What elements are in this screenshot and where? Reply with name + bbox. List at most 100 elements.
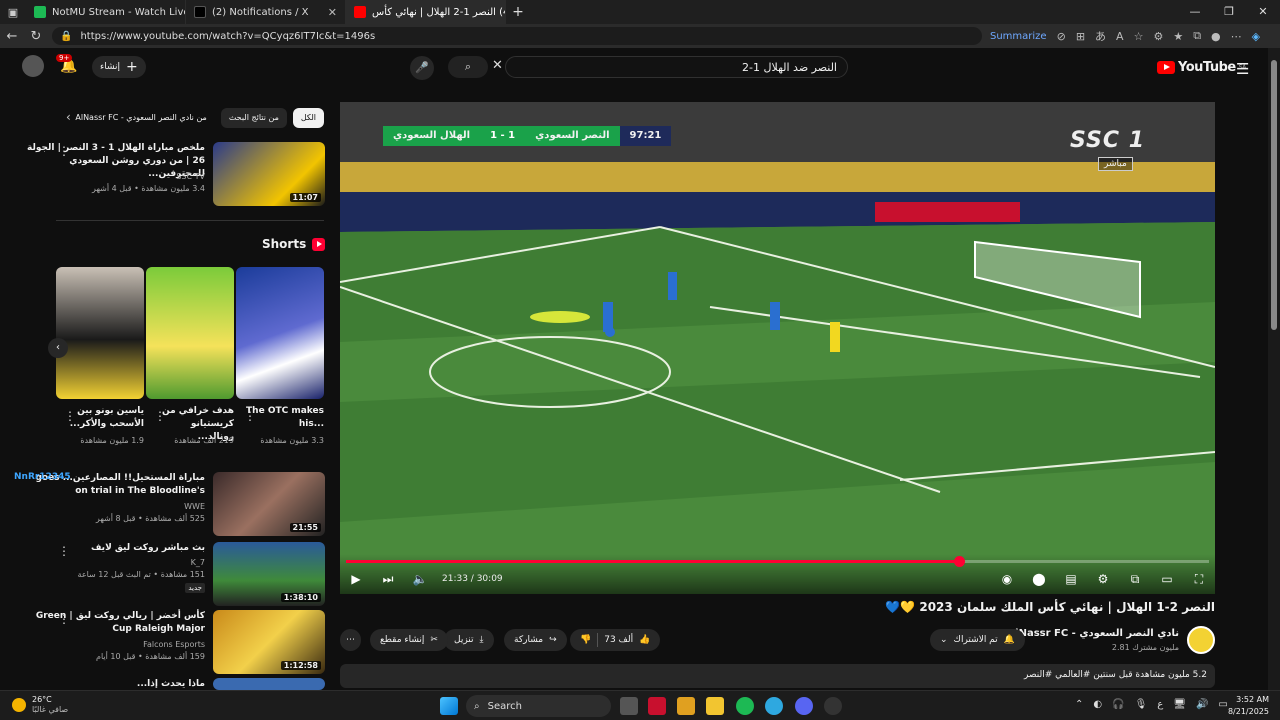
edge-icon[interactable]	[765, 697, 783, 715]
video-thumbnail[interactable]: 1:38:10	[213, 542, 325, 606]
list-item[interactable]: 11:07 ملخص مباراة الهلال 1 - 3 النصر | ا…	[0, 142, 325, 206]
app-icon[interactable]	[648, 697, 666, 715]
refresh-icon[interactable]: ↻	[24, 29, 48, 44]
channel-avatar[interactable]	[1187, 626, 1215, 654]
miniplayer-icon[interactable]: ⧉	[1119, 572, 1151, 587]
video-title[interactable]: بث مباشر روكت ليق لايف	[25, 542, 205, 555]
network-icon[interactable]: 🖥	[1173, 699, 1186, 710]
video-title[interactable]: ماذا يحدث إذا...	[25, 678, 205, 690]
short-item[interactable]	[56, 267, 144, 399]
maximize-icon[interactable]: ❐	[1212, 0, 1246, 24]
share-button[interactable]: مشاركة ↪	[504, 629, 567, 651]
list-item[interactable]: 1:12:58 كأس أخضر | ريالي روكت ليق | Gree…	[0, 610, 325, 674]
list-item[interactable]: ماذا يحدث إذا...	[0, 678, 325, 690]
channel-name[interactable]: Falcons Esports	[5, 640, 205, 649]
list-item[interactable]: 1:38:10 بث مباشر روكت ليق لايف K_7 151 م…	[0, 542, 325, 606]
youtube-logo[interactable]: YouTube SA	[1157, 60, 1246, 75]
play-icon[interactable]: ▶	[340, 572, 372, 586]
translate-icon[interactable]: あ	[1095, 28, 1106, 44]
volume-icon[interactable]: 🔈	[404, 572, 436, 586]
create-button[interactable]: إنشاء +	[92, 56, 146, 78]
settings-gear-icon[interactable]: ⚙	[1087, 572, 1119, 586]
read-aloud-icon[interactable]: A	[1116, 30, 1124, 43]
collections-icon[interactable]: ⧉	[1193, 29, 1201, 43]
shorts-prev-arrow[interactable]: ‹	[48, 338, 68, 358]
like-count[interactable]: 73 ألف	[604, 635, 633, 645]
hamburger-menu-icon[interactable]: ☰	[1236, 60, 1249, 78]
next-icon[interactable]: ⏭	[372, 572, 404, 587]
close-window-icon[interactable]: ✕	[1246, 0, 1280, 24]
chip-all[interactable]: الكل	[292, 108, 324, 128]
copilot-icon[interactable]: ◈	[1252, 30, 1260, 43]
video-thumbnail[interactable]: 11:07	[213, 142, 325, 206]
discord-icon[interactable]	[795, 697, 813, 715]
video-thumbnail[interactable]	[213, 678, 325, 690]
profile-icon[interactable]: ●	[1211, 30, 1221, 43]
file-explorer-icon[interactable]	[706, 697, 724, 715]
more-actions-icon[interactable]: ⋮	[58, 544, 70, 558]
minimize-icon[interactable]: —	[1178, 0, 1212, 24]
chevron-up-icon[interactable]: ⌃	[1075, 699, 1083, 710]
channel-name[interactable]: نادي النصر السعودي - AlNassr FC	[1007, 628, 1179, 639]
tab-x-notifications[interactable]: (2) Notifications / X ✕	[186, 0, 346, 24]
new-tab-icon[interactable]: +	[506, 4, 530, 20]
channel-name[interactable]: K_7	[5, 558, 205, 567]
favorite-icon[interactable]: ☆	[1134, 30, 1144, 43]
more-icon[interactable]: ⋯	[1231, 30, 1242, 43]
short-title[interactable]: The OTC makes his...	[244, 405, 324, 431]
reader-icon[interactable]: ⊘	[1057, 30, 1066, 43]
short-item[interactable]	[146, 267, 234, 399]
subtitles-icon[interactable]: ▤	[1055, 572, 1087, 586]
video-thumbnail[interactable]: 21:55	[213, 472, 325, 536]
url-field[interactable]: 🔒 https://www.youtube.com/watch?v=QCyqz6…	[52, 27, 982, 45]
more-actions-icon[interactable]: ⋮	[154, 409, 166, 423]
theater-mode-icon[interactable]: ▭	[1151, 572, 1183, 586]
fullscreen-icon[interactable]: ⛶	[1183, 572, 1215, 587]
weather-widget[interactable]: 26°C صافي غالبًا	[12, 695, 68, 715]
chip-search-results[interactable]: من نتائج البحث	[220, 108, 287, 128]
subscribed-button[interactable]: ⌄ تم الاشتراك 🔔	[930, 629, 1025, 651]
more-actions-icon[interactable]: ⋮	[58, 612, 70, 626]
close-tab-icon[interactable]: ✕	[328, 6, 337, 19]
clip-button[interactable]: إنشاء مقطع ✂	[370, 629, 448, 651]
video-thumbnail[interactable]: 1:12:58	[213, 610, 325, 674]
chatgpt-icon[interactable]	[824, 697, 842, 715]
autoplay-toggle-icon[interactable]: ⬤	[1023, 572, 1055, 586]
extensions-icon[interactable]: ⚙	[1153, 30, 1163, 43]
site-info-icon[interactable]: 🔒	[60, 31, 72, 42]
volume-tray-icon[interactable]: 🔊	[1196, 699, 1208, 710]
scrubber-handle[interactable]	[953, 556, 965, 567]
voice-search-icon[interactable]: 🎤	[410, 56, 434, 80]
store-icon[interactable]	[677, 697, 695, 715]
tab-youtube[interactable]: (47) النصر 1-2 الهلال | نهائي كأس ✕	[346, 0, 506, 24]
favorites-icon[interactable]: ★	[1173, 30, 1183, 43]
task-view-icon[interactable]	[620, 697, 638, 715]
clear-search-icon[interactable]: ✕	[492, 58, 503, 73]
search-button[interactable]: ⌕	[448, 56, 488, 78]
chip-channel[interactable]: من نادي النصر السعودي - AlNassr FC	[75, 108, 215, 128]
tab-actions-icon[interactable]: ▣	[0, 6, 26, 19]
notifications-bell-icon[interactable]: 🔔 9+	[56, 54, 77, 74]
download-button[interactable]: تنزيل ⤓	[444, 629, 494, 651]
page-scrollbar[interactable]	[1268, 48, 1280, 690]
headset-icon[interactable]: 🎧	[1112, 699, 1124, 710]
description-box[interactable]: 5.2 مليون مشاهدة قبل سنتين #العالمي #الن…	[340, 664, 1215, 688]
dislike-icon[interactable]: 👎	[580, 635, 591, 645]
more-actions-icon[interactable]: ⋮	[58, 144, 70, 158]
tray-app-icon[interactable]: ◐	[1093, 699, 1102, 710]
taskbar-search[interactable]: ⌕ Search	[466, 695, 611, 717]
more-actions-icon[interactable]: ⋮	[244, 409, 256, 423]
spotify-icon[interactable]	[736, 697, 754, 715]
video-title[interactable]: كأس أخضر | ريالي روكت ليق | Green Cup Ra…	[25, 610, 205, 636]
short-item[interactable]	[236, 267, 324, 399]
account-avatar[interactable]	[22, 55, 44, 77]
video-player[interactable]: الهلال السعودي 1 - 1 النصر السعودي 97:21…	[340, 102, 1215, 594]
search-input[interactable]: النصر ضد الهلال 1-2	[505, 56, 848, 78]
short-title[interactable]: ياسين بونو بين الأسحب والأكر...	[64, 405, 144, 431]
language-indicator[interactable]: ع	[1157, 699, 1163, 710]
more-actions-icon[interactable]: ⋮	[64, 409, 76, 423]
taskbar-clock[interactable]: 3:52 AM 8/21/2025	[1225, 694, 1269, 718]
apps-icon[interactable]: ⊞	[1076, 30, 1085, 43]
back-icon[interactable]: ←	[0, 29, 24, 44]
windows-start-icon[interactable]	[440, 697, 458, 715]
